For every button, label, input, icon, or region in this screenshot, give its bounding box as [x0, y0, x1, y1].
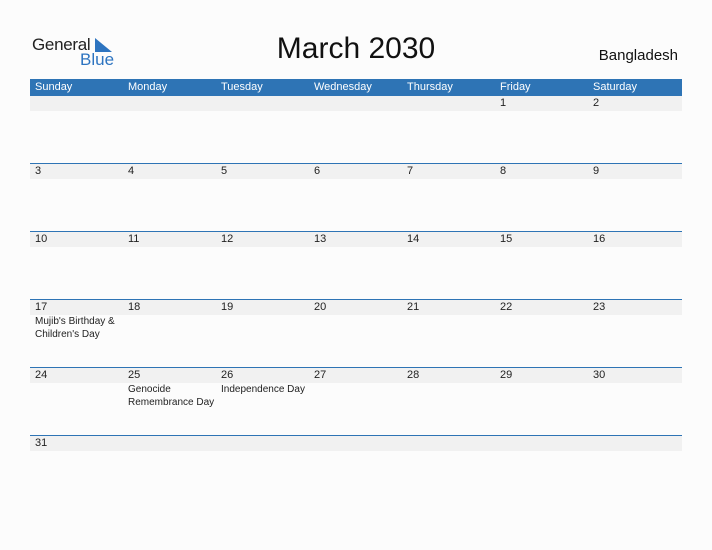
day-cell: [588, 436, 681, 451]
day-number: 20: [314, 301, 327, 313]
day-cell: 8: [495, 164, 588, 179]
day-cell: 4: [123, 164, 216, 179]
weekday-monday: Monday: [128, 81, 168, 93]
day-number: 18: [128, 301, 141, 313]
day-cell: 1: [495, 96, 588, 111]
day-cell: 27: [309, 368, 402, 409]
day-number: 12: [221, 233, 234, 245]
country-label: Bangladesh: [598, 47, 678, 64]
day-cell: 26 Independence Day: [216, 368, 309, 409]
weekday-tuesday: Tuesday: [221, 81, 263, 93]
day-number: 21: [407, 301, 420, 313]
day-cell: 25 Genocide Remembrance Day: [123, 368, 216, 409]
day-cell: 15: [495, 232, 588, 247]
day-number: 3: [35, 165, 42, 177]
day-number: 5: [221, 165, 228, 177]
day-number: 17: [35, 301, 48, 313]
day-cell: 24: [30, 368, 123, 409]
day-number: 11: [128, 233, 140, 245]
day-number: 16: [593, 233, 606, 245]
day-cell: [495, 436, 588, 451]
day-number: 14: [407, 233, 420, 245]
weekday-header: Sunday Monday Tuesday Wednesday Thursday…: [30, 79, 682, 96]
day-number: 4: [128, 165, 135, 177]
day-number: 28: [407, 369, 420, 381]
day-number: 30: [593, 369, 606, 381]
day-number: 29: [500, 369, 513, 381]
week-row: 24 25 Genocide Remembrance Day 26 Independen…: [30, 367, 682, 435]
day-cell: 23: [588, 300, 681, 341]
day-cell: 14: [402, 232, 495, 247]
day-cell: 5: [216, 164, 309, 179]
day-cell: [123, 96, 216, 111]
day-cell: 21: [402, 300, 495, 341]
day-cell: 22: [495, 300, 588, 341]
day-number: 15: [500, 233, 513, 245]
day-number: 24: [35, 369, 48, 381]
day-number: 7: [407, 165, 414, 177]
day-cell: 19: [216, 300, 309, 341]
weekday-sunday: Sunday: [35, 81, 73, 93]
day-number: 10: [35, 233, 48, 245]
day-cell: [309, 436, 402, 451]
day-cell: 10: [30, 232, 123, 247]
day-cell: 28: [402, 368, 495, 409]
day-cell: [30, 96, 123, 111]
day-number: 19: [221, 301, 234, 313]
weekday-saturday: Saturday: [593, 81, 638, 93]
day-number: 9: [593, 165, 600, 177]
holiday-label: Independence Day: [221, 384, 305, 395]
day-cell: [402, 436, 495, 451]
day-number: 26: [221, 369, 234, 381]
week-row: 3 4 5 6 7 8 9: [30, 163, 682, 231]
day-number: 22: [500, 301, 513, 313]
day-number: 13: [314, 233, 327, 245]
day-cell: 3: [30, 164, 123, 179]
day-cell: [216, 436, 309, 451]
day-cell: 29: [495, 368, 588, 409]
day-number: 27: [314, 369, 327, 381]
day-number: 2: [593, 97, 600, 109]
day-cell: 20: [309, 300, 402, 341]
day-cell: [402, 96, 495, 111]
day-cell: 18: [123, 300, 216, 341]
week-row: 31: [30, 435, 682, 503]
day-number: 25: [128, 369, 141, 381]
day-cell: [123, 436, 216, 451]
day-cell: 9: [588, 164, 681, 179]
weekday-friday: Friday: [500, 81, 531, 93]
weekday-thursday: Thursday: [407, 81, 453, 93]
week-row: 12: [30, 96, 682, 163]
week-row: 10 11 12 13 14 15 16: [30, 231, 682, 299]
day-cell: 31: [30, 436, 123, 451]
weeks: 1 2 3 4 5 6 7 8 9 10 11 12 13 14 15 16 17 Mujib's Birthda…: [30, 96, 682, 503]
day-cell: [309, 96, 402, 111]
day-cell: 13: [309, 232, 402, 247]
week-row: 17 Mujib's Birthday & Children's Day 18 19 2…: [30, 299, 682, 367]
calendar: Sunday Monday Tuesday Wednesday Thursday…: [30, 79, 682, 503]
day-cell: 17 Mujib's Birthday & Children's Day: [30, 300, 123, 341]
day-cell: 16: [588, 232, 681, 247]
day-number: 31: [35, 437, 48, 449]
holiday-label: Genocide Remembrance Day: [128, 384, 215, 408]
holiday-label: Mujib's Birthday & Children's Day: [35, 316, 115, 340]
day-cell: 30: [588, 368, 681, 409]
day-number: 1: [500, 97, 507, 109]
day-cell: 12: [216, 232, 309, 247]
day-cell: 6: [309, 164, 402, 179]
day-cell: 2: [588, 96, 681, 111]
weekday-wednesday: Wednesday: [314, 81, 372, 93]
day-number: 23: [593, 301, 606, 313]
day-number: 6: [314, 165, 321, 177]
day-number: 8: [500, 165, 507, 177]
day-cell: [216, 96, 309, 111]
day-cell: 7: [402, 164, 495, 179]
day-cell: 11: [123, 232, 216, 247]
